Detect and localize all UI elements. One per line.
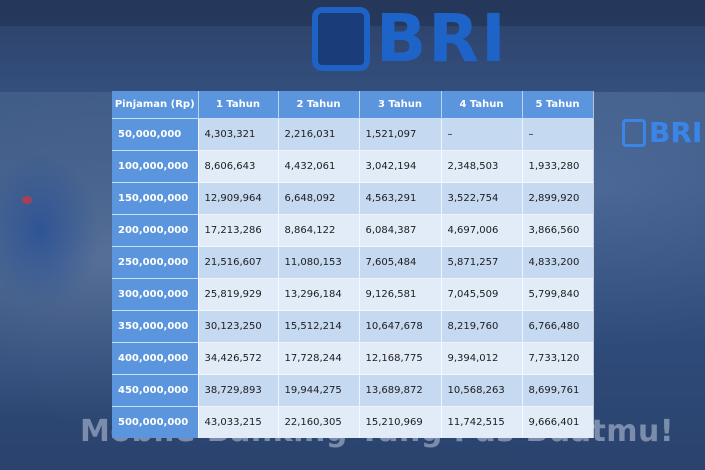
table-row: 400,000,000 34,426,572 17,728,244 12,168,77…: [112, 342, 594, 375]
installment-cell: 17,213,286: [198, 214, 279, 247]
installment-cell: 5,871,257: [441, 246, 523, 279]
installment-cell: 9,394,012: [441, 342, 523, 375]
installment-cell: 4,833,200: [522, 246, 594, 279]
installment-cell: 8,864,122: [278, 214, 360, 247]
loan-amount-cell: 450,000,000: [112, 374, 199, 407]
installment-cell: 19,944,275: [278, 374, 360, 407]
installment-cell: 7,733,120: [522, 342, 594, 375]
table-row: 450,000,000 38,729,893 19,944,275 13,689,87…: [112, 374, 594, 407]
installment-cell: 1,933,280: [522, 150, 594, 183]
installment-cell: 8,606,643: [198, 150, 279, 183]
table-row: 200,000,000 17,213,286 8,864,122 6,084,387 4…: [112, 214, 594, 247]
installment-cell: 7,605,484: [359, 246, 442, 279]
bri-logo-mark-icon: [312, 7, 370, 71]
loan-amount-cell: 250,000,000: [112, 246, 199, 279]
installment-cell: 21,516,607: [198, 246, 279, 279]
table-row: 500,000,000 43,033,215 22,160,305 15,210,96…: [112, 406, 594, 438]
installment-cell: 4,303,321: [198, 118, 279, 151]
installment-cell: 13,296,184: [278, 278, 360, 311]
installment-cell: 11,742,515: [441, 406, 523, 438]
installment-cell: 2,348,503: [441, 150, 523, 183]
bri-logo-secondary-mark-icon: [622, 119, 646, 147]
installment-cell: 4,432,061: [278, 150, 360, 183]
installment-cell: –: [522, 118, 594, 151]
column-header: 5 Tahun: [522, 91, 594, 119]
installment-cell: 10,568,263: [441, 374, 523, 407]
installment-cell: 2,216,031: [278, 118, 360, 151]
installment-cell: 9,126,581: [359, 278, 442, 311]
installment-cell: 12,909,964: [198, 182, 279, 215]
table-row: 150,000,000 12,909,964 6,648,092 4,563,291 3…: [112, 182, 594, 215]
installment-cell: 4,563,291: [359, 182, 442, 215]
column-header: 4 Tahun: [441, 91, 523, 119]
column-header: 2 Tahun: [278, 91, 360, 119]
background-red-accent: [22, 196, 32, 204]
installment-cell: 22,160,305: [278, 406, 360, 438]
installment-table: Pinjaman (Rp) 1 Tahun 2 Tahun 3 Tahun 4 Tahu…: [112, 91, 594, 438]
bri-logo-secondary-text: BRI: [649, 116, 703, 149]
installment-cell: 17,728,244: [278, 342, 360, 375]
background-blur-shape: [0, 150, 100, 310]
installment-cell: 8,219,760: [441, 310, 523, 343]
table-row: 100,000,000 8,606,643 4,432,061 3,042,194 2,…: [112, 150, 594, 183]
bri-logo: BRI: [312, 4, 508, 74]
loan-amount-cell: 300,000,000: [112, 278, 199, 311]
installment-cell: 3,522,754: [441, 182, 523, 215]
loan-amount-cell: 150,000,000: [112, 182, 199, 215]
loan-amount-cell: 100,000,000: [112, 150, 199, 183]
table-row: 250,000,000 21,516,607 11,080,153 7,605,484…: [112, 246, 594, 279]
installment-cell: 15,512,214: [278, 310, 360, 343]
installment-cell: –: [441, 118, 523, 151]
installment-cell: 10,647,678: [359, 310, 442, 343]
installment-cell: 25,819,929: [198, 278, 279, 311]
installment-cell: 6,766,480: [522, 310, 594, 343]
table-row: 300,000,000 25,819,929 13,296,184 9,126,581…: [112, 278, 594, 311]
loan-amount-cell: 50,000,000: [112, 118, 199, 151]
installment-cell: 30,123,250: [198, 310, 279, 343]
installment-cell: 43,033,215: [198, 406, 279, 438]
installment-cell: 9,666,401: [522, 406, 594, 438]
installment-cell: 5,799,840: [522, 278, 594, 311]
installment-cell: 15,210,969: [359, 406, 442, 438]
installment-cell: 3,042,194: [359, 150, 442, 183]
installment-cell: 13,689,872: [359, 374, 442, 407]
column-header: 1 Tahun: [198, 91, 279, 119]
table-header-row: Pinjaman (Rp) 1 Tahun 2 Tahun 3 Tahun 4 Tahu…: [112, 91, 594, 119]
loan-amount-cell: 500,000,000: [112, 406, 199, 438]
loan-installment-table: Pinjaman (Rp) 1 Tahun 2 Tahun 3 Tahun 4 Tahu…: [112, 91, 594, 438]
installment-cell: 1,521,097: [359, 118, 442, 151]
installment-cell: 6,084,387: [359, 214, 442, 247]
loan-amount-cell: 350,000,000: [112, 310, 199, 343]
installment-cell: 12,168,775: [359, 342, 442, 375]
column-header: Pinjaman (Rp): [112, 91, 199, 119]
installment-cell: 2,899,920: [522, 182, 594, 215]
table-body: 50,000,000 4,303,321 2,216,031 1,521,097– –1…: [112, 118, 594, 438]
loan-amount-cell: 200,000,000: [112, 214, 199, 247]
installment-cell: 34,426,572: [198, 342, 279, 375]
bri-logo-text: BRI: [376, 0, 508, 77]
installment-cell: 4,697,006: [441, 214, 523, 247]
column-header: 3 Tahun: [359, 91, 442, 119]
installment-cell: 11,080,153: [278, 246, 360, 279]
table-row: 50,000,000 4,303,321 2,216,031 1,521,097– –: [112, 118, 594, 151]
table-row: 350,000,000 30,123,250 15,512,214 10,647,67…: [112, 310, 594, 343]
installment-cell: 6,648,092: [278, 182, 360, 215]
bri-logo-secondary: BRI: [622, 118, 702, 148]
installment-cell: 7,045,509: [441, 278, 523, 311]
installment-cell: 3,866,560: [522, 214, 594, 247]
installment-cell: 38,729,893: [198, 374, 279, 407]
loan-amount-cell: 400,000,000: [112, 342, 199, 375]
installment-cell: 8,699,761: [522, 374, 594, 407]
